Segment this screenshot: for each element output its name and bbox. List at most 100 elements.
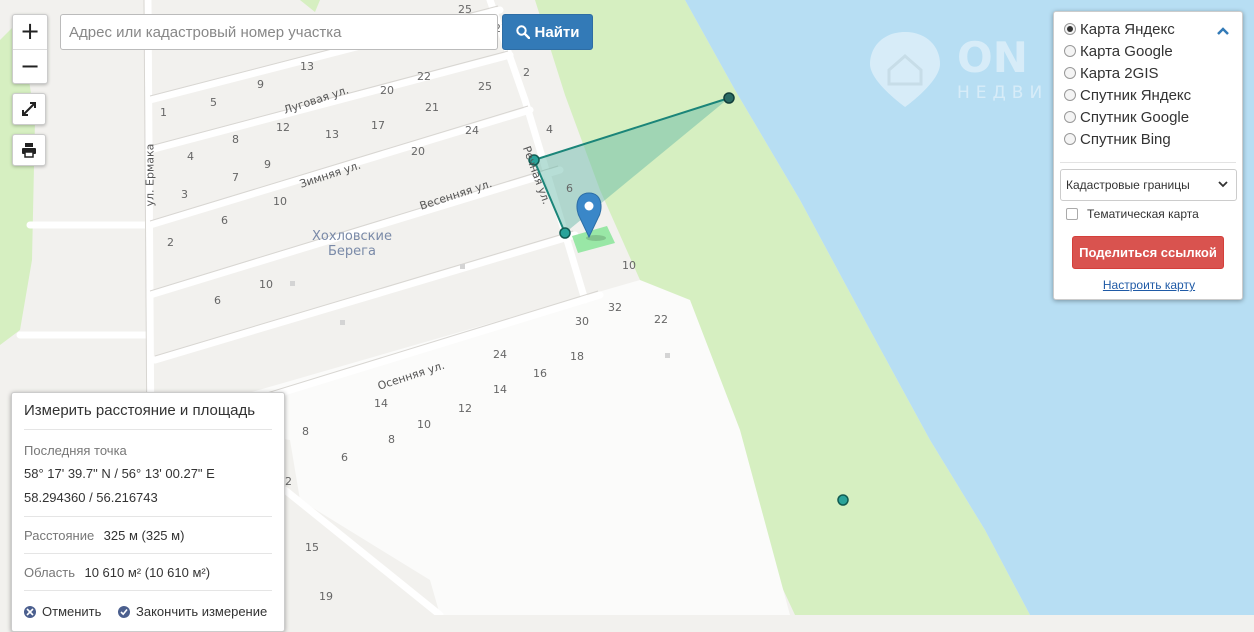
house-number-label: 24 [465, 124, 479, 137]
house-number-label: 4 [546, 123, 553, 136]
radio-button[interactable] [1064, 45, 1076, 57]
search-icon [515, 25, 530, 39]
house-number-label: 22 [654, 313, 668, 326]
expand-icon [22, 102, 36, 116]
house-number-label: 20 [411, 145, 425, 158]
radio-button[interactable] [1064, 89, 1076, 101]
house-number-label: 6 [566, 182, 573, 195]
radio-button[interactable] [1064, 67, 1076, 79]
house-number-label: 10 [259, 278, 273, 291]
find-button[interactable]: Найти [502, 14, 593, 50]
house-number-label: 30 [575, 315, 589, 328]
finish-label: Закончить измерение [136, 604, 268, 619]
house-number-label: 3 [181, 188, 188, 201]
coords-decimal: 58.294360 / 56.216743 [24, 490, 158, 505]
measure-title: Измерить расстояние и площадь [24, 402, 256, 419]
house-number-label: 12 [276, 121, 290, 134]
search-input[interactable] [60, 14, 498, 50]
house-number-label: 17 [371, 119, 385, 132]
measure-cursor-point [837, 494, 849, 506]
layer-option-google-map[interactable]: Карта Google [1064, 40, 1173, 62]
layers-panel: Карта Яндекс Карта Google Карта 2GIS Спу… [1053, 11, 1243, 300]
house-number-label: 5 [210, 96, 217, 109]
thematic-map-label: Тематическая карта [1087, 207, 1199, 221]
distance-label: Расстояние [24, 528, 95, 543]
chevron-up-icon[interactable] [1216, 26, 1230, 36]
layer-option-bing-satellite[interactable]: Спутник Bing [1064, 128, 1171, 150]
house-number-label: 8 [302, 425, 309, 438]
house-number-label: 6 [214, 294, 221, 307]
house-number-label: 10 [417, 418, 431, 431]
layer-option-label: Спутник Bing [1080, 130, 1171, 148]
print-button[interactable] [12, 134, 46, 166]
cancel-measure-button[interactable]: Отменить [24, 604, 101, 619]
house-number-label: 4 [187, 150, 194, 163]
district-label: Хохловские Берега [312, 229, 392, 259]
house-number-label: 6 [221, 214, 228, 227]
check-icon [118, 605, 130, 618]
area-row: Область 10 610 м² (10 610 м²) [24, 564, 210, 582]
house-number-label: 13 [300, 60, 314, 73]
house-number-label: 15 [305, 541, 319, 554]
house-number-label: 12 [458, 402, 472, 415]
house-number-label: 14 [493, 383, 507, 396]
house-number-label: 25 [478, 80, 492, 93]
radio-button[interactable] [1064, 133, 1076, 145]
house-number-label: 2 [167, 236, 174, 249]
house-number-label: 7 [232, 171, 239, 184]
layer-option-label: Спутник Google [1080, 108, 1190, 126]
thematic-map-toggle[interactable]: Тематическая карта [1066, 207, 1199, 221]
radio-button[interactable] [1064, 111, 1076, 123]
layer-option-label: Карта Яндекс [1080, 20, 1175, 38]
house-number-label: 2 [285, 475, 292, 488]
house-number-label: 16 [533, 367, 547, 380]
house-number-label: 10 [622, 259, 636, 272]
house-number-label: 20 [380, 84, 394, 97]
house-number-label: 6 [341, 451, 348, 464]
last-point-label: Последняя точка [24, 443, 127, 458]
find-button-label: Найти [534, 23, 580, 41]
zoom-out-button[interactable]: − [13, 49, 47, 84]
layer-option-yandex-satellite[interactable]: Спутник Яндекс [1064, 84, 1191, 106]
house-number-label: 18 [570, 350, 584, 363]
house-number-label: 8 [232, 133, 239, 146]
measure-panel: Измерить расстояние и площадь Последняя … [11, 392, 285, 632]
house-number-label: 13 [325, 128, 339, 141]
overlay-select-value: Кадастровые границы [1066, 178, 1190, 192]
divider [24, 590, 272, 591]
thematic-map-checkbox[interactable] [1066, 208, 1078, 220]
layer-option-label: Карта 2GIS [1080, 64, 1159, 82]
fullscreen-button[interactable] [12, 93, 46, 125]
overlay-select[interactable]: Кадастровые границы [1060, 169, 1237, 201]
house-number-label: 9 [257, 78, 264, 91]
layer-option-yandex-map[interactable]: Карта Яндекс [1064, 18, 1175, 40]
house-number-label: 10 [273, 195, 287, 208]
coords-dms: 58° 17' 39.7" N / 56° 13' 00.27" E [24, 466, 215, 481]
configure-map-link[interactable]: Настроить карту [1054, 278, 1244, 292]
radio-button[interactable] [1064, 23, 1076, 35]
divider [24, 516, 272, 517]
measure-vertex [559, 227, 571, 239]
close-icon [24, 605, 36, 618]
layer-option-label: Спутник Яндекс [1080, 86, 1192, 104]
house-number-label: 1 [160, 106, 167, 119]
distance-row: Расстояние 325 м (325 м) [24, 527, 184, 545]
zoom-in-button[interactable]: + [13, 15, 47, 49]
divider [1060, 162, 1236, 163]
layer-option-google-satellite[interactable]: Спутник Google [1064, 106, 1189, 128]
house-number-label: 19 [319, 590, 333, 603]
cancel-label: Отменить [42, 604, 102, 619]
finish-measure-button[interactable]: Закончить измерение [118, 604, 267, 619]
layer-option-label: Карта Google [1080, 42, 1173, 60]
divider [24, 429, 272, 430]
street-label: ул. Ермака [143, 143, 157, 207]
layer-option-2gis-map[interactable]: Карта 2GIS [1064, 62, 1159, 84]
house-number-label: 24 [493, 348, 507, 361]
divider [24, 553, 272, 554]
house-number-label: 22 [417, 70, 431, 83]
area-value: 10 610 м² (10 610 м²) [84, 565, 211, 580]
share-link-button[interactable]: Поделиться ссылкой [1072, 236, 1224, 269]
chevron-down-icon [1218, 181, 1228, 188]
house-number-label: 8 [388, 433, 395, 446]
house-number-label: 9 [264, 158, 271, 171]
